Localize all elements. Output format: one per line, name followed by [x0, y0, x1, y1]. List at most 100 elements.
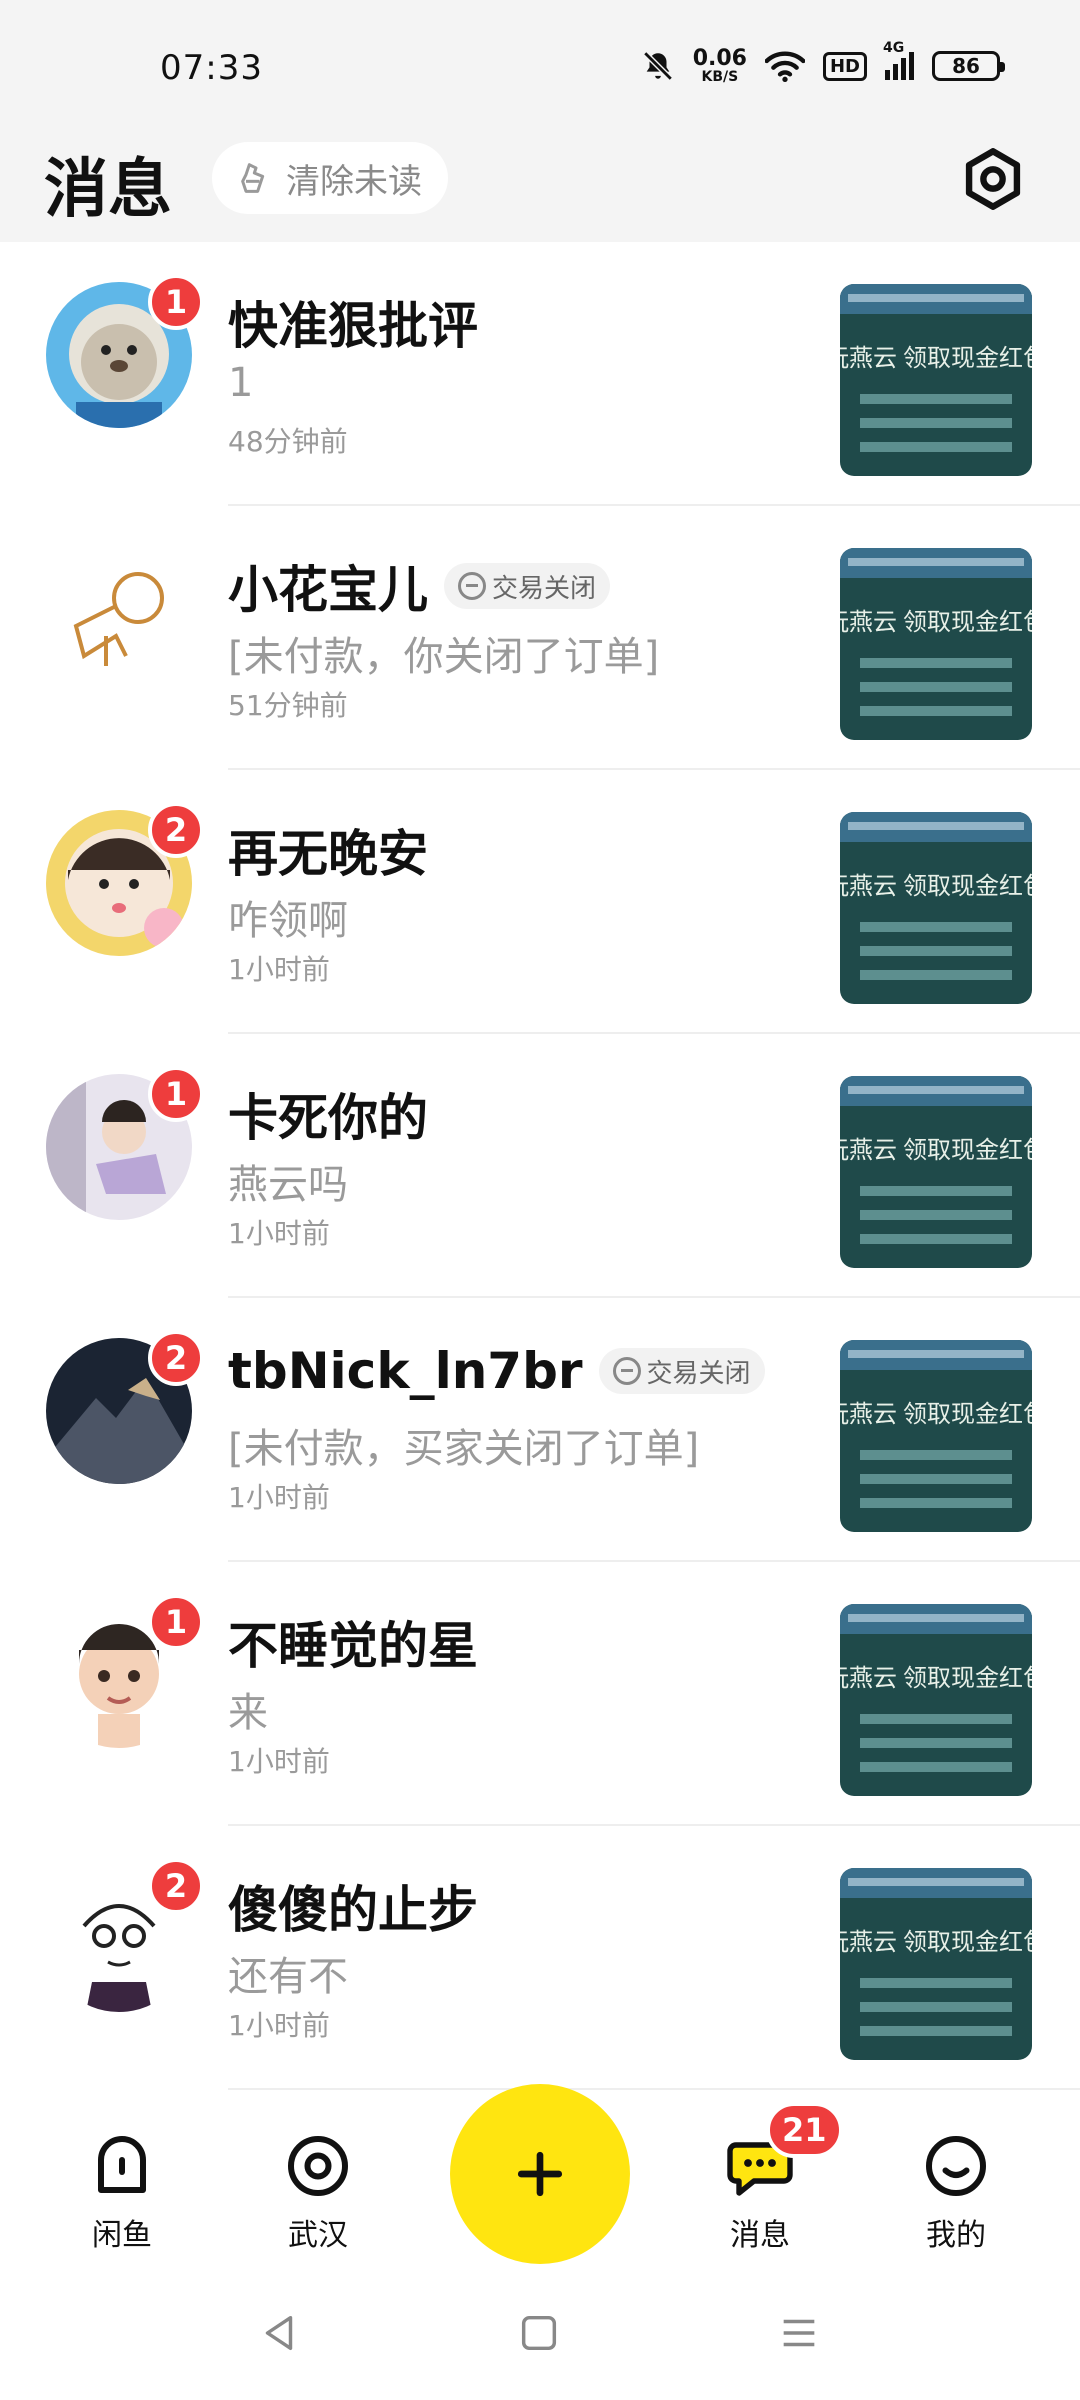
unread-badge: 2: [148, 802, 204, 858]
message-time: 1小时前: [228, 1481, 330, 1514]
home-square-icon[interactable]: [516, 2310, 562, 2356]
back-icon[interactable]: [256, 2310, 302, 2356]
conversation-row[interactable]: 小花宝儿 交易关闭 [未付款，你关闭了订单] 51分钟前 玩燕云 领取现金红包: [0, 506, 1080, 770]
item-thumbnail[interactable]: 玩燕云 领取现金红包: [840, 1340, 1032, 1532]
plus-icon: [517, 2151, 563, 2197]
tag-label: 交易关闭: [492, 573, 597, 604]
nav-messages[interactable]: 21 消息: [700, 2102, 843, 2254]
message-time: 1小时前: [228, 1745, 330, 1778]
contact-name: 小花宝儿: [228, 561, 428, 619]
nav-label: 闲鱼: [92, 2218, 152, 2253]
item-thumbnail[interactable]: 玩燕云 领取现金红包: [840, 1868, 1032, 2060]
unread-badge: 2: [148, 1330, 204, 1386]
net-speed: 0.06 KB/S: [692, 46, 747, 85]
smile-icon: [926, 2136, 986, 2196]
nav-label: 消息: [730, 2218, 790, 2253]
conversation-row[interactable]: 1 卡死你的 燕云吗 1小时前 玩燕云 领取现金红包: [0, 1034, 1080, 1298]
contact-name: 再无晚安: [228, 825, 428, 883]
publish-button[interactable]: [450, 2084, 630, 2264]
home-icon: [98, 2136, 146, 2193]
clear-unread-button[interactable]: 清除未读: [212, 142, 448, 214]
thumbnail-caption: 玩燕云 领取现金红包: [840, 873, 1032, 900]
settings-icon[interactable]: [958, 144, 1028, 214]
name-line: 再无晚安: [228, 814, 428, 886]
trade-closed-tag: 交易关闭: [598, 1348, 765, 1394]
eraser-icon: [241, 163, 265, 193]
thumbnail-caption: 玩燕云 领取现金红包: [840, 1665, 1032, 1692]
message-time: 1小时前: [228, 1217, 330, 1250]
conversation-row[interactable]: 2 tbNick_ln7br 交易关闭 [未付款，买家关闭了订单] 1小时前 玩…: [0, 1298, 1080, 1562]
message-time: 48分钟前: [228, 425, 348, 458]
battery-icon: 86: [932, 51, 1005, 81]
message-time: 51分钟前: [228, 689, 348, 722]
net-speed-value: 0.06: [692, 46, 747, 71]
item-thumbnail[interactable]: 玩燕云 领取现金红包: [840, 548, 1032, 740]
contact-name: 卡死你的: [228, 1089, 428, 1147]
contact-name: 快准狠批评: [228, 297, 478, 355]
avatar-container[interactable]: 1: [46, 1594, 204, 1748]
message-time: 1小时前: [228, 2009, 330, 2042]
thumbnail-caption: 玩燕云 领取现金红包: [840, 345, 1032, 372]
item-thumbnail[interactable]: 玩燕云 领取现金红包: [840, 812, 1032, 1004]
contact-name: 不睡觉的星: [228, 1617, 478, 1675]
page-header: 消息 清除未读: [0, 130, 1080, 242]
contact-name: tbNick_ln7br: [228, 1342, 583, 1400]
nav-profile[interactable]: 我的: [896, 2130, 1016, 2254]
message-preview: 来: [228, 1690, 268, 1736]
conversation-row[interactable]: 1 不睡觉的星 来 1小时前 玩燕云 领取现金红包: [0, 1562, 1080, 1826]
unread-badge: 1: [148, 1066, 204, 1122]
name-line: tbNick_ln7br 交易关闭: [228, 1342, 765, 1400]
avatar-container[interactable]: [46, 546, 192, 692]
name-line: 不睡觉的星: [228, 1606, 478, 1678]
item-thumbnail[interactable]: 玩燕云 领取现金红包: [840, 1604, 1032, 1796]
nav-label: 武汉: [288, 2218, 348, 2253]
row-divider: [228, 2088, 1080, 2090]
nav-home[interactable]: 闲鱼: [62, 2130, 182, 2254]
conversation-row[interactable]: 2 傻傻的止步 还有不 1小时前 玩燕云 领取现金红包: [0, 1826, 1080, 2090]
unread-badge: 2: [148, 1858, 204, 1914]
thumbnail-caption: 玩燕云 领取现金红包: [840, 1929, 1032, 1956]
minus-circle-icon: [612, 1357, 641, 1385]
sketch-avatar: [46, 546, 192, 692]
net-speed-unit: KB/S: [701, 69, 739, 85]
signal-icon: 4G: [883, 40, 914, 80]
name-line: 快准狠批评: [228, 286, 478, 358]
trade-closed-tag: 交易关闭: [444, 563, 611, 609]
avatar-container[interactable]: 2: [46, 1330, 204, 1484]
nav-location[interactable]: 武汉: [258, 2130, 378, 2254]
avatar-container[interactable]: 1: [46, 1066, 204, 1220]
nav-label: 我的: [926, 2218, 986, 2253]
message-preview: [未付款，你关闭了订单]: [228, 634, 660, 680]
clear-unread-label: 清除未读: [286, 161, 422, 202]
location-icon: [288, 2136, 348, 2196]
conversation-row[interactable]: 2 再无晚安 咋领啊 1小时前 玩燕云 领取现金红包: [0, 770, 1080, 1034]
messages-badge: 21: [766, 2102, 843, 2158]
contact-name: 傻傻的止步: [228, 1881, 478, 1939]
avatar-container[interactable]: 2: [46, 802, 204, 956]
minus-circle-icon: [458, 572, 486, 600]
name-line: 傻傻的止步: [228, 1870, 478, 1942]
thumbnail-caption: 玩燕云 领取现金红包: [840, 609, 1032, 636]
thumbnail-caption: 玩燕云 领取现金红包: [840, 1137, 1032, 1164]
message-preview: 还有不: [228, 1954, 348, 2000]
wifi-icon: [764, 51, 805, 82]
status-time: 07:33: [160, 48, 263, 88]
item-thumbnail[interactable]: 玩燕云 领取现金红包: [840, 1076, 1032, 1268]
unread-badge: 1: [148, 1594, 204, 1650]
message-list: 1 快准狠批评 1 48分钟前 玩燕云 领取现金红包: [0, 242, 1080, 2090]
mute-icon: [642, 51, 673, 81]
message-preview: 1: [228, 360, 254, 406]
avatar-container[interactable]: 2: [46, 1858, 204, 2012]
item-thumbnail[interactable]: 玩燕云 领取现金红包: [840, 284, 1032, 476]
page-title: 消息: [44, 153, 172, 227]
status-icons: 0.06 KB/S HD 4G 86: [641, 40, 1005, 85]
conversation-row[interactable]: 1 快准狠批评 1 48分钟前 玩燕云 领取现金红包: [0, 242, 1080, 506]
message-preview: 咋领啊: [228, 898, 348, 944]
status-bar: 07:33 0.06 KB/S HD 4G 86: [0, 0, 1080, 130]
app-root: 07:33 0.06 KB/S HD 4G 86 消息 清除未读 1 快准狠批评…: [0, 0, 1080, 2400]
avatar-container[interactable]: 1: [46, 274, 204, 428]
name-line: 小花宝儿 交易关闭: [228, 550, 611, 622]
bottom-nav: 闲鱼 武汉 21 消息 我的: [0, 2084, 1080, 2270]
message-time: 1小时前: [228, 953, 330, 986]
menu-icon[interactable]: [776, 2310, 822, 2356]
